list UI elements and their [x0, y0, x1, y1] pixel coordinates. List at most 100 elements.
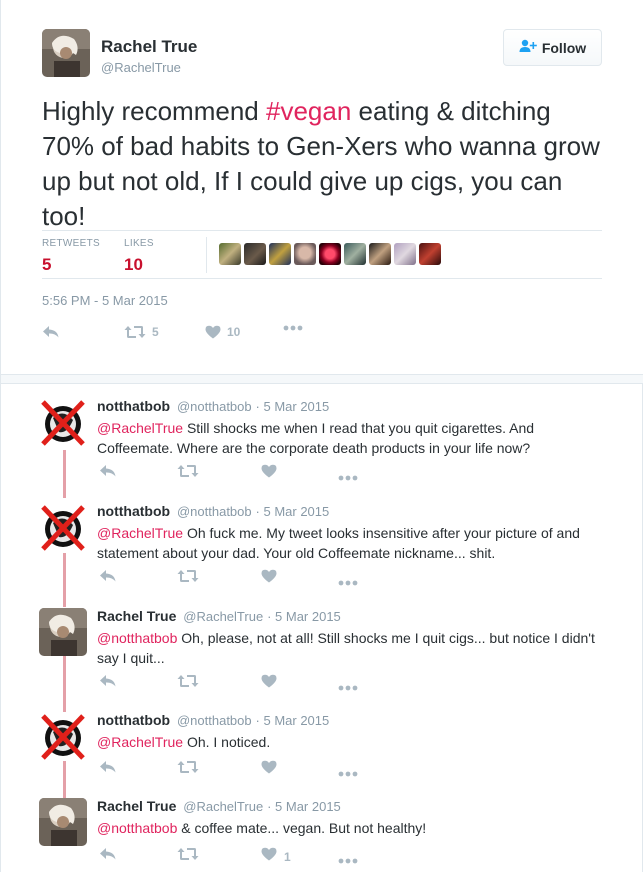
more-icon[interactable] [338, 678, 358, 696]
more-icon[interactable] [338, 573, 358, 591]
more-icon[interactable] [338, 764, 358, 782]
avatar-crossed[interactable] [39, 398, 87, 446]
liker-avatar[interactable] [419, 243, 441, 265]
reply-date[interactable]: · 5 Mar 2015 [256, 399, 330, 414]
like-count: 1 [284, 849, 291, 864]
reply-author-name[interactable]: notthatbob [97, 503, 170, 519]
tweet-text-part: Highly recommend [42, 96, 266, 126]
retweet-count: 5 [152, 325, 159, 339]
hashtag-link[interactable]: #vegan [266, 96, 351, 126]
reply-icon [42, 325, 60, 339]
retweets-value: 5 [42, 255, 52, 274]
reply-actions [97, 464, 377, 482]
retweet-button[interactable]: 5 [124, 325, 159, 339]
mention-link[interactable]: @RachelTrue [97, 525, 183, 541]
likes-value: 10 [124, 255, 143, 274]
reply-button[interactable] [42, 325, 60, 339]
like-button[interactable]: 1 [261, 847, 291, 866]
reply-author-name[interactable]: notthatbob [97, 398, 170, 414]
tweet-text: Highly recommend #vegan eating & ditchin… [42, 94, 602, 234]
heart-icon[interactable] [261, 464, 277, 483]
divider [42, 230, 602, 231]
retweet-icon[interactable] [177, 464, 199, 483]
like-count: 10 [227, 325, 241, 339]
mention-link[interactable]: @notthatbob [97, 630, 177, 646]
reply-text: @RachelTrue Oh. I noticed. [97, 732, 597, 752]
reply-text: @notthatbob Oh, please, not at all! Stil… [97, 628, 597, 668]
section-gap [1, 374, 643, 384]
reply-header: notthatbob @notthatbob · 5 Mar 2015 [97, 398, 329, 414]
liker-avatar[interactable] [294, 243, 316, 265]
more-icon[interactable] [338, 851, 358, 869]
reply-author-handle[interactable]: @notthatbob [177, 504, 252, 519]
reply-icon[interactable] [99, 569, 117, 588]
reply-date[interactable]: · 5 Mar 2015 [256, 713, 330, 728]
mention-link[interactable]: @RachelTrue [97, 734, 183, 750]
heart-icon[interactable] [261, 674, 277, 693]
liker-avatar[interactable] [219, 243, 241, 265]
reply-text: @RachelTrue Still shocks me when I read … [97, 418, 597, 458]
likes-stat[interactable]: LIKES 10 [124, 238, 154, 275]
thread-connector [63, 450, 66, 498]
reply-icon[interactable] [99, 847, 117, 866]
avatar-crossed[interactable] [39, 712, 87, 760]
likers-avatars [219, 243, 441, 265]
avatar-crossed[interactable] [39, 503, 87, 551]
mention-link[interactable]: @RachelTrue [97, 420, 183, 436]
retweet-icon[interactable] [177, 760, 199, 779]
reply-text: @notthatbob & coffee mate... vegan. But … [97, 818, 597, 838]
reply-icon[interactable] [99, 674, 117, 693]
liker-avatar[interactable] [244, 243, 266, 265]
mention-link[interactable]: @notthatbob [97, 820, 177, 836]
follow-label: Follow [541, 39, 587, 56]
thread-connector [63, 553, 66, 607]
reply-text-body: & coffee mate... vegan. But not healthy! [177, 820, 427, 836]
reply-author-name[interactable]: Rachel True [97, 608, 176, 624]
divider [206, 237, 207, 273]
divider [42, 278, 602, 279]
reply-icon[interactable] [99, 760, 117, 779]
main-tweet: Rachel True @RachelTrue Follow Highly re… [1, 0, 643, 374]
reply-header: notthatbob @notthatbob · 5 Mar 2015 [97, 712, 329, 728]
author-handle[interactable]: @RachelTrue [101, 60, 181, 75]
liker-avatar[interactable] [369, 243, 391, 265]
reply-header: Rachel True @RachelTrue · 5 Mar 2015 [97, 608, 341, 624]
reply-icon[interactable] [99, 464, 117, 483]
reply-author-handle[interactable]: @notthatbob [177, 713, 252, 728]
avatar[interactable] [39, 608, 87, 656]
more-icon[interactable] [338, 468, 358, 486]
avatar[interactable] [42, 29, 90, 77]
reply-date[interactable]: · 5 Mar 2015 [267, 799, 341, 814]
more-icon [283, 325, 303, 331]
reply-author-handle[interactable]: @RachelTrue [183, 799, 263, 814]
heart-icon [205, 325, 221, 339]
reply-author-handle[interactable]: @notthatbob [177, 399, 252, 414]
reply-date[interactable]: · 5 Mar 2015 [256, 504, 330, 519]
like-button[interactable]: 10 [205, 325, 240, 339]
liker-avatar[interactable] [344, 243, 366, 265]
likes-label: LIKES [124, 238, 154, 249]
liker-avatar[interactable] [319, 243, 341, 265]
tweet-timestamp[interactable]: 5:56 PM - 5 Mar 2015 [42, 293, 168, 308]
liker-avatar[interactable] [394, 243, 416, 265]
reply-author-name[interactable]: notthatbob [97, 712, 170, 728]
more-button[interactable] [283, 325, 303, 331]
reply-author-name[interactable]: Rachel True [97, 798, 176, 814]
reply-actions [97, 760, 377, 778]
heart-icon[interactable] [261, 760, 277, 779]
retweet-icon[interactable] [177, 847, 199, 866]
follow-person-icon [519, 39, 537, 56]
avatar[interactable] [39, 798, 87, 846]
follow-button[interactable]: Follow [503, 29, 602, 66]
retweets-stat[interactable]: RETWEETS 5 [42, 238, 100, 275]
retweet-icon[interactable] [177, 569, 199, 588]
reply-actions [97, 569, 377, 587]
heart-icon[interactable] [261, 569, 277, 588]
reply-header: Rachel True @RachelTrue · 5 Mar 2015 [97, 798, 341, 814]
author-name[interactable]: Rachel True [101, 37, 197, 57]
reply-author-handle[interactable]: @RachelTrue [183, 609, 263, 624]
retweet-icon [124, 325, 146, 339]
reply-date[interactable]: · 5 Mar 2015 [267, 609, 341, 624]
liker-avatar[interactable] [269, 243, 291, 265]
retweet-icon[interactable] [177, 674, 199, 693]
